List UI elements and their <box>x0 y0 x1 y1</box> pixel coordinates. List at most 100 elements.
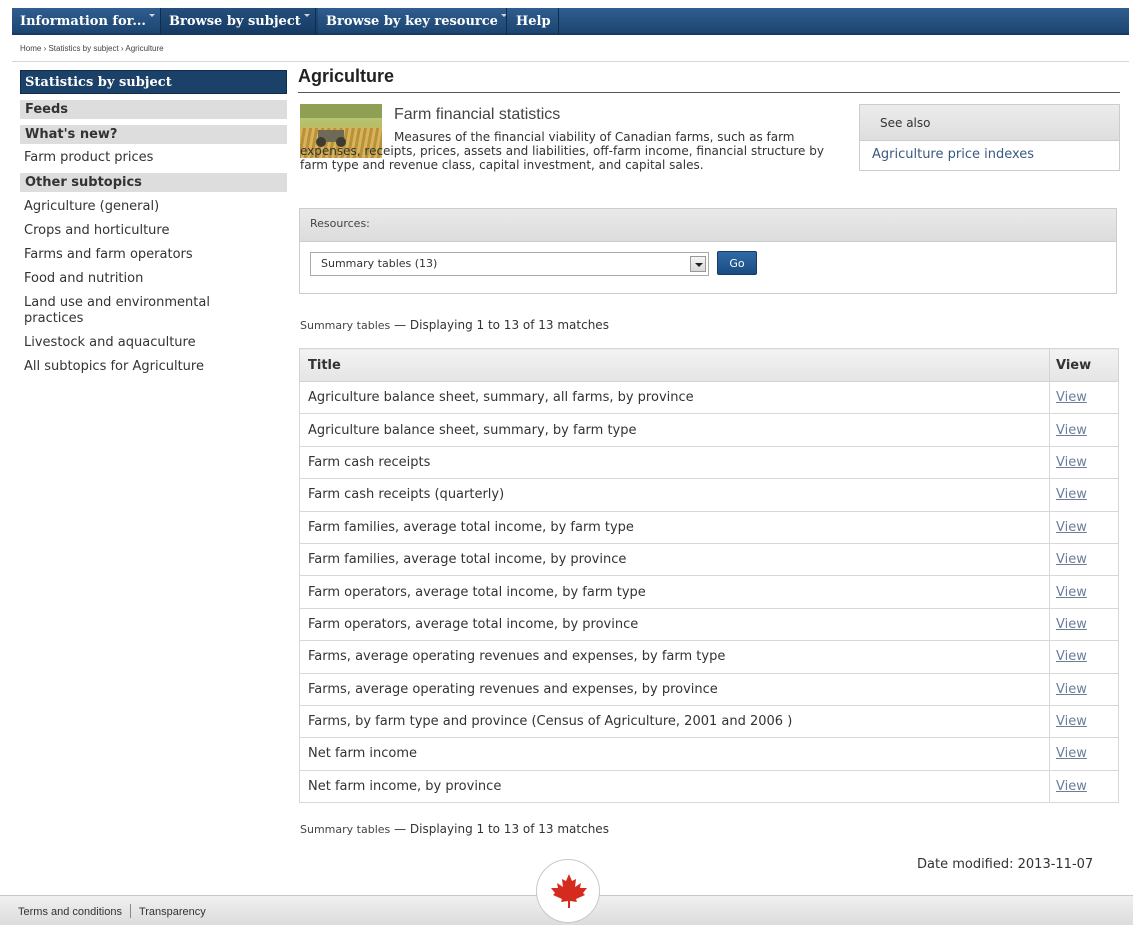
summary-link-label[interactable]: Summary tables <box>300 319 390 332</box>
table-cell-view: View <box>1049 769 1119 804</box>
nav-separator <box>506 8 507 35</box>
see-also-link[interactable]: Agriculture price indexes <box>860 141 1119 169</box>
nav-information-for-label: Information for... <box>20 14 146 29</box>
header-divider <box>12 61 1129 62</box>
view-link[interactable]: View <box>1056 520 1087 535</box>
sidebar-item-feeds[interactable]: Feeds <box>20 100 287 119</box>
see-also-title: See also <box>860 105 1119 141</box>
table-cell-view: View <box>1049 672 1119 706</box>
table-cell-title: Farm cash receipts (quarterly) <box>299 478 1050 512</box>
table-cell-title: Farm cash receipts <box>299 445 1050 480</box>
nav-separator <box>558 8 559 35</box>
view-link[interactable]: View <box>1056 682 1087 697</box>
table-row: Farms, average operating revenues and ex… <box>299 640 1119 674</box>
table-cell-title: Agriculture balance sheet, summary, by f… <box>299 413 1050 447</box>
table-cell-view: View <box>1049 413 1119 447</box>
sidebar-item-livestock[interactable]: Livestock and aquaculture <box>20 335 287 351</box>
table-row: Net farm income View <box>299 737 1119 771</box>
table-cell-title: Farms, by farm type and province (Census… <box>299 704 1050 739</box>
column-header-title: Title <box>299 348 1050 382</box>
sidebar-item-food-nutrition[interactable]: Food and nutrition <box>20 271 287 287</box>
feature-title: Farm financial statistics <box>394 106 561 123</box>
sidebar-item-farm-product-prices[interactable]: Farm product prices <box>20 150 287 166</box>
footer-divider <box>129 904 131 918</box>
resources-label: Resources: <box>300 209 1116 242</box>
resources-panel: Resources: Summary tables (13) Go <box>299 208 1117 294</box>
title-divider <box>298 92 1120 93</box>
table-row: Farm operators, average total income, by… <box>299 607 1119 642</box>
view-link[interactable]: View <box>1056 487 1087 502</box>
sidebar: Statistics by subject Feeds What's new? … <box>20 70 287 375</box>
go-button[interactable]: Go <box>717 251 757 275</box>
table-cell-title: Farms, average operating revenues and ex… <box>299 640 1050 674</box>
sidebar-item-all-subtopics[interactable]: All subtopics for Agriculture <box>20 359 287 375</box>
table-row: Farm cash receipts View <box>299 445 1119 480</box>
summary-bottom: Summary tables — Displaying 1 to 13 of 1… <box>300 822 609 836</box>
resources-select-value: Summary tables (13) <box>321 257 438 270</box>
table-row: Farm families, average total income, by … <box>299 542 1119 577</box>
view-link[interactable]: View <box>1056 649 1087 664</box>
view-link[interactable]: View <box>1056 423 1087 438</box>
breadcrumb[interactable]: Home › Statistics by subject › Agricultu… <box>20 44 164 53</box>
table-cell-title: Agriculture balance sheet, summary, all … <box>299 380 1050 415</box>
page-title: Agriculture <box>298 66 395 86</box>
summary-link-label[interactable]: Summary tables <box>300 823 390 836</box>
maple-leaf-icon <box>551 874 587 908</box>
footer-logo <box>536 859 600 923</box>
nav-separator <box>315 8 316 35</box>
table-cell-title: Farm families, average total income, by … <box>299 542 1050 577</box>
table-cell-view: View <box>1049 704 1119 739</box>
view-link[interactable]: View <box>1056 455 1087 470</box>
view-link[interactable]: View <box>1056 552 1087 567</box>
table-cell-view: View <box>1049 542 1119 577</box>
view-link[interactable]: View <box>1056 585 1087 600</box>
dropdown-arrow-icon[interactable] <box>690 256 706 272</box>
feature-description: Measures of the financial viability of C… <box>300 130 824 172</box>
table-cell-view: View <box>1049 380 1119 415</box>
table-cell-title: Net farm income <box>299 737 1050 771</box>
table-header-row: Title View <box>299 348 1119 382</box>
sidebar-item-farms-operators[interactable]: Farms and farm operators <box>20 247 287 263</box>
chevron-down-icon <box>303 14 310 17</box>
sidebar-item-crops-horticulture[interactable]: Crops and horticulture <box>20 223 287 239</box>
table-cell-view: View <box>1049 575 1119 609</box>
sidebar-item-agriculture-general[interactable]: Agriculture (general) <box>20 199 287 215</box>
sidebar-item-land-use[interactable]: Land use and environmental practices <box>20 295 230 327</box>
view-link[interactable]: View <box>1056 746 1087 761</box>
view-link[interactable]: View <box>1056 617 1087 632</box>
table-cell-title: Farm operators, average total income, by… <box>299 607 1050 642</box>
view-link[interactable]: View <box>1056 390 1087 405</box>
table-cell-title: Farm families, average total income, by … <box>299 510 1050 544</box>
date-modified: Date modified: 2013-11-07 <box>917 857 1094 872</box>
column-header-view: View <box>1049 348 1119 382</box>
table-cell-view: View <box>1049 737 1119 771</box>
nav-browse-by-subject[interactable]: Browse by subject <box>161 8 318 35</box>
nav-browse-by-key-resource[interactable]: Browse by key resource <box>318 8 515 35</box>
view-link[interactable]: View <box>1056 779 1087 794</box>
table-row: Net farm income, by province View <box>299 769 1119 804</box>
footer-transparency-link[interactable]: Transparency <box>139 906 206 918</box>
nav-information-for[interactable]: Information for... <box>12 8 163 35</box>
sidebar-title: Statistics by subject <box>20 70 287 94</box>
footer-terms-link[interactable]: Terms and conditions <box>18 906 122 918</box>
summary-count: — Displaying 1 to 13 of 13 matches <box>394 822 609 836</box>
table-row: Farm cash receipts (quarterly) View <box>299 478 1119 512</box>
table-cell-view: View <box>1049 607 1119 642</box>
table-row: Farm operators, average total income, by… <box>299 575 1119 609</box>
table-cell-view: View <box>1049 510 1119 544</box>
table-cell-view: View <box>1049 640 1119 674</box>
chevron-down-icon <box>148 14 155 17</box>
view-link[interactable]: View <box>1056 714 1087 729</box>
table-row: Farms, by farm type and province (Census… <box>299 704 1119 739</box>
table-cell-title: Net farm income, by province <box>299 769 1050 804</box>
table-cell-title: Farm operators, average total income, by… <box>299 575 1050 609</box>
nav-browse-by-key-resource-label: Browse by key resource <box>326 14 498 29</box>
nav-browse-by-subject-label: Browse by subject <box>169 14 301 29</box>
sidebar-item-other-subtopics: Other subtopics <box>20 173 287 192</box>
resources-select[interactable]: Summary tables (13) <box>310 252 709 276</box>
summary-table: Title View Agriculture balance sheet, su… <box>299 348 1119 804</box>
sidebar-item-whats-new[interactable]: What's new? <box>20 125 287 144</box>
nav-help[interactable]: Help <box>508 8 559 35</box>
table-cell-title: Farms, average operating revenues and ex… <box>299 672 1050 706</box>
table-cell-view: View <box>1049 478 1119 512</box>
